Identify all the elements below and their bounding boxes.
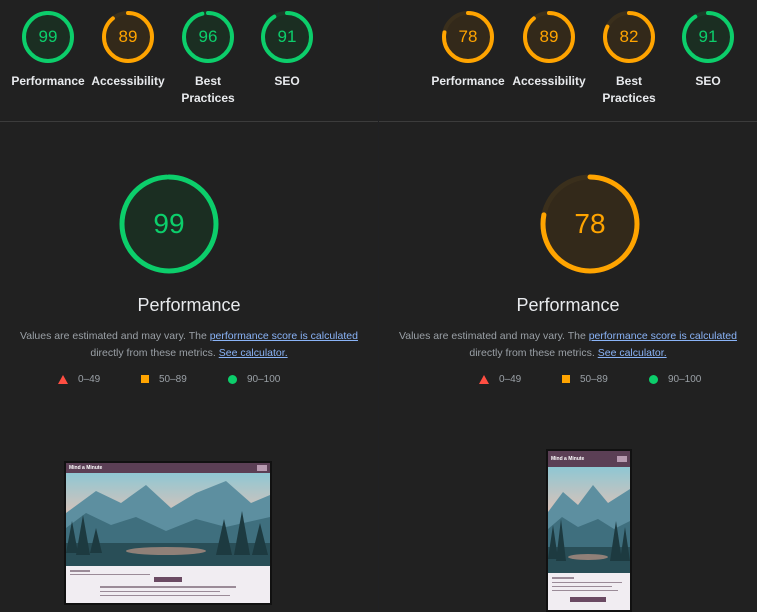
performance-score: 99 bbox=[153, 208, 185, 239]
performance-title: Performance bbox=[516, 295, 620, 315]
hero-image bbox=[66, 473, 270, 566]
performance-gauge: 99 bbox=[117, 172, 221, 276]
performance-score-link[interactable]: performance score is calculated bbox=[589, 330, 737, 342]
average-square-icon bbox=[141, 375, 149, 384]
gauge-label: Performance bbox=[11, 74, 85, 88]
header-divider bbox=[0, 121, 378, 122]
performance-score: 78 bbox=[574, 208, 606, 239]
gauge-label: SEO bbox=[695, 74, 721, 88]
final-screenshot-desktop[interactable]: Mind a Minute bbox=[64, 461, 272, 605]
site-button bbox=[616, 456, 627, 462]
page-content bbox=[66, 566, 270, 603]
performance-title: Performance bbox=[137, 295, 241, 315]
fail-triangle-icon bbox=[479, 374, 489, 384]
gauge-score: 96 bbox=[198, 27, 218, 46]
gauge-score: 99 bbox=[38, 27, 58, 46]
see-calculator-link[interactable]: See calculator. bbox=[219, 347, 288, 359]
header-divider bbox=[379, 121, 757, 122]
score-header: 78 Performance 89 Accessibility 82 Best … bbox=[379, 0, 757, 121]
score-header: 99 Performance 89 Accessibility 96 Best … bbox=[0, 0, 378, 121]
gauge-label: Best Practices bbox=[181, 74, 235, 105]
gauge-seo[interactable]: 91 SEO bbox=[247, 10, 327, 90]
metrics-description: Values are estimated and may vary. The p… bbox=[0, 328, 378, 362]
description-text: Values are estimated and may vary. The bbox=[20, 330, 210, 342]
gauge-best-practices[interactable]: 82 Best Practices bbox=[589, 10, 669, 107]
gauge-score: 91 bbox=[277, 27, 297, 46]
gauge-label: Best Practices bbox=[602, 74, 656, 105]
description-text: directly from these metrics. bbox=[469, 347, 598, 359]
fail-triangle-icon bbox=[58, 374, 68, 384]
gauge-score: 82 bbox=[619, 27, 639, 46]
gauge-score: 89 bbox=[118, 27, 138, 46]
pass-circle-icon bbox=[228, 374, 237, 384]
site-brand: Mind a Minute bbox=[69, 465, 103, 471]
site-button bbox=[256, 465, 267, 471]
description-text: Values are estimated and may vary. The bbox=[399, 330, 589, 342]
site-brand: Mind a Minute bbox=[551, 456, 585, 462]
hero-image bbox=[548, 467, 630, 573]
gauge-label: SEO bbox=[274, 74, 300, 88]
legend-range: 0–49 bbox=[78, 374, 101, 385]
legend-range: 50–89 bbox=[159, 374, 187, 385]
description-text: directly from these metrics. bbox=[90, 347, 219, 359]
legend-range: 90–100 bbox=[668, 374, 702, 385]
legend-range: 0–49 bbox=[499, 374, 522, 385]
gauge-label: Accessibility bbox=[512, 74, 586, 88]
site-header: Mind a Minute bbox=[548, 451, 630, 467]
site-header: Mind a Minute bbox=[66, 463, 270, 473]
report-right: 78 Performance 89 Accessibility 82 Best … bbox=[379, 0, 757, 612]
gauge-label: Accessibility bbox=[91, 74, 165, 88]
gauge-performance[interactable]: 78 Performance bbox=[428, 10, 508, 90]
performance-score-link[interactable]: performance score is calculated bbox=[210, 330, 358, 342]
gauge-score: 78 bbox=[458, 27, 478, 46]
gauge-performance[interactable]: 99 Performance bbox=[8, 10, 88, 90]
page-content bbox=[548, 573, 630, 610]
legend-range: 50–89 bbox=[580, 374, 608, 385]
performance-gauge: 78 bbox=[538, 172, 642, 276]
final-screenshot-mobile[interactable]: Mind a Minute bbox=[546, 449, 632, 612]
gauge-accessibility[interactable]: 89 Accessibility bbox=[88, 10, 168, 90]
pass-circle-icon bbox=[649, 374, 658, 384]
score-legend: 0–49 50–89 90–100 bbox=[0, 374, 378, 388]
score-legend: 0–49 50–89 90–100 bbox=[379, 374, 757, 388]
see-calculator-link[interactable]: See calculator. bbox=[598, 347, 667, 359]
legend-range: 90–100 bbox=[247, 374, 281, 385]
gauge-label: Performance bbox=[431, 74, 505, 88]
gauge-accessibility[interactable]: 89 Accessibility bbox=[509, 10, 589, 90]
gauge-seo[interactable]: 91 SEO bbox=[668, 10, 748, 90]
gauge-score: 89 bbox=[539, 27, 559, 46]
gauge-score: 91 bbox=[698, 27, 718, 46]
report-left: 99 Performance 89 Accessibility 96 Best … bbox=[0, 0, 378, 612]
metrics-description: Values are estimated and may vary. The p… bbox=[379, 328, 757, 362]
average-square-icon bbox=[562, 375, 570, 384]
gauge-best-practices[interactable]: 96 Best Practices bbox=[168, 10, 248, 107]
